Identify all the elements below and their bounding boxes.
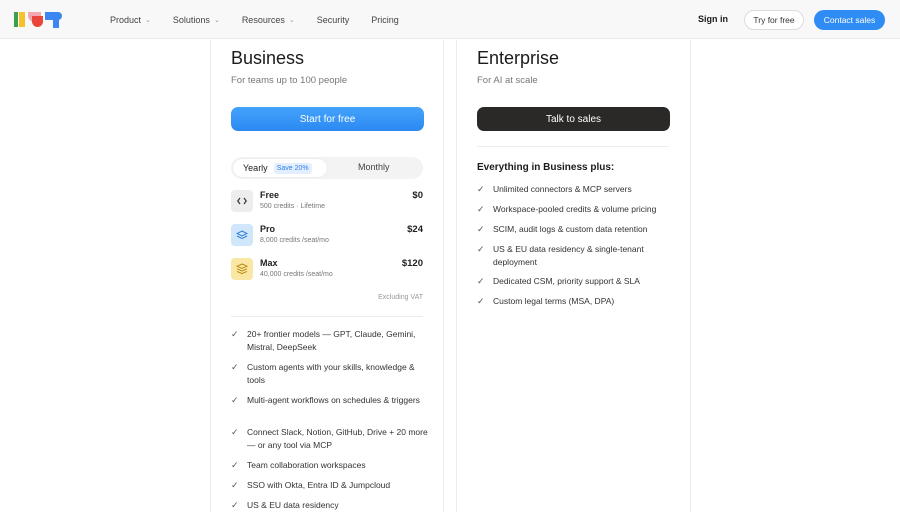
tier-meta: 500 credits · Lifetime	[260, 203, 325, 210]
column-divider	[443, 40, 444, 512]
check-icon: ✓	[231, 329, 239, 339]
nav-item-security[interactable]: Security	[317, 15, 350, 25]
nav-item-product[interactable]: Product ⌄	[110, 15, 151, 25]
section-divider	[477, 146, 669, 147]
enterprise-plan-subtitle: For AI at scale	[477, 75, 538, 86]
check-icon: ✓	[231, 480, 239, 490]
column-divider	[456, 40, 457, 512]
nav-item-pricing[interactable]: Pricing	[371, 15, 399, 25]
check-icon: ✓	[231, 460, 239, 470]
billing-option-yearly[interactable]: Yearly Save 20%	[233, 159, 327, 177]
tier-meta: 40,000 credits /seat/mo	[260, 271, 333, 278]
tier-price: $24	[407, 224, 423, 235]
feature-text: SSO with Okta, Entra ID & Jumpcloud	[247, 480, 391, 490]
enterprise-plan-title: Enterprise	[477, 48, 560, 68]
tier-name: Max	[260, 258, 278, 268]
feature-text: Unlimited connectors & MCP servers	[493, 184, 632, 194]
column-divider	[690, 40, 691, 512]
business-plan-subtitle: For teams up to 100 people	[231, 75, 348, 86]
sign-in-link[interactable]: Sign in	[698, 14, 728, 24]
tier-meta: 8,000 credits /seat/mo	[260, 237, 329, 244]
chevron-down-icon: ⌄	[213, 16, 220, 24]
vat-note: Excluding VAT	[378, 294, 423, 301]
section-divider	[231, 316, 423, 317]
brand-logo[interactable]	[14, 12, 76, 28]
nav-item-label: Security	[316, 14, 350, 25]
nav-item-label: Solutions	[172, 14, 210, 25]
nav-item-label: Resources	[241, 14, 285, 25]
stack-icon	[231, 258, 253, 280]
nav-item-label: Pricing	[371, 14, 399, 25]
tier-name: Free	[260, 190, 280, 200]
billing-period-toggle: Yearly Save 20% Monthly	[231, 157, 423, 179]
column-divider	[210, 40, 211, 512]
start-for-free-button[interactable]: Start for free	[231, 107, 424, 131]
check-icon: ✓	[477, 244, 485, 254]
logo-red-shape	[32, 16, 43, 27]
feature-text: Connect Slack, Notion, GitHub, Drive + 2…	[247, 427, 428, 450]
tier-price: $120	[401, 258, 423, 269]
feature-text: SCIM, audit logs & custom data retention	[493, 224, 648, 234]
check-icon: ✓	[477, 296, 485, 306]
check-icon: ✓	[477, 224, 485, 234]
check-icon: ✓	[231, 427, 239, 437]
feature-text: Workspace-pooled credits & volume pricin…	[493, 204, 657, 214]
feature-text: Custom legal terms (MSA, DPA)	[493, 296, 615, 306]
nav-item-label: Product	[110, 14, 142, 25]
top-nav-bar: Product ⌄ Solutions ⌄ Resources ⌄ Securi…	[0, 0, 900, 39]
enterprise-features-heading: Everything in Business plus:	[477, 162, 615, 173]
check-icon: ✓	[477, 204, 485, 214]
tier-row-max: Max 40,000 credits /seat/mo $120	[231, 258, 423, 282]
check-icon: ✓	[231, 362, 239, 372]
check-icon: ✓	[231, 395, 239, 405]
tier-name: Pro	[260, 224, 276, 234]
check-icon: ✓	[231, 500, 239, 510]
chevron-down-icon: ⌄	[145, 16, 151, 24]
contact-sales-button[interactable]: Contact sales	[814, 10, 885, 30]
feature-text: Dedicated CSM, priority support & SLA	[493, 276, 640, 286]
feature-text: US & EU data residency	[247, 500, 339, 510]
nav-item-solutions[interactable]: Solutions ⌄	[173, 15, 220, 25]
save-badge: Save 20%	[273, 162, 312, 174]
tier-row-pro: Pro 8,000 credits /seat/mo $24	[231, 224, 423, 248]
feature-text: Multi-agent workflows on schedules & tri…	[247, 395, 420, 405]
yearly-label: Yearly	[243, 163, 268, 173]
main-nav: Product ⌄ Solutions ⌄ Resources ⌄ Securi…	[110, 0, 421, 39]
feature-text: 20+ frontier models — GPT, Claude, Gemin…	[247, 329, 416, 352]
talk-to-sales-button[interactable]: Talk to sales	[477, 107, 670, 131]
logo-green-bar	[14, 12, 18, 27]
tier-row-free: Free 500 credits · Lifetime $0	[231, 190, 423, 214]
feature-text: Custom agents with your skills, knowledg…	[247, 362, 415, 385]
logo-yellow-bar	[19, 12, 25, 27]
nav-item-resources[interactable]: Resources ⌄	[242, 15, 295, 25]
code-icon	[231, 190, 253, 212]
tier-price: $0	[412, 190, 423, 201]
chevron-down-icon: ⌄	[288, 16, 295, 24]
billing-option-monthly[interactable]: Monthly	[358, 162, 390, 172]
check-icon: ✓	[477, 184, 485, 194]
logo-blue-stem	[53, 19, 59, 28]
feature-text: Team collaboration workspaces	[247, 460, 366, 470]
business-plan-title: Business	[231, 48, 305, 68]
layers-icon	[231, 224, 253, 246]
feature-text: US & EU data residency & single-tenant d…	[493, 244, 644, 267]
check-icon: ✓	[477, 276, 485, 286]
try-for-free-button[interactable]: Try for free	[744, 10, 804, 30]
